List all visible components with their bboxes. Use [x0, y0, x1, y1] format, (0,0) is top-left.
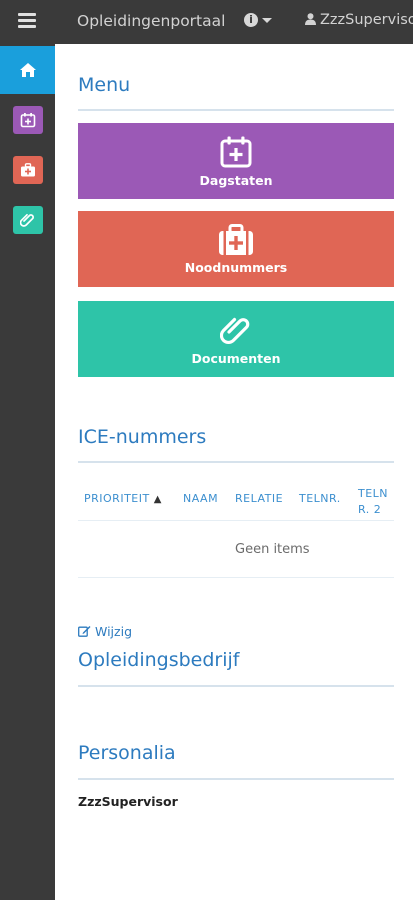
app-title[interactable]: Opleidingenportaal [77, 12, 225, 30]
sidebar-item-home[interactable] [0, 46, 55, 94]
info-icon: i [244, 13, 258, 27]
calendar-plus-icon [220, 136, 252, 167]
info-dropdown[interactable]: i [244, 12, 272, 28]
user-menu[interactable]: ZzzSupervisor [305, 12, 413, 28]
table-bottom-divider [78, 577, 394, 578]
edit-icon [78, 626, 91, 637]
tile-documenten-label: Documenten [191, 350, 281, 366]
sort-asc-icon: ▲ [153, 494, 162, 505]
personal-name: ZzzSupervisor [78, 794, 178, 809]
tile-dagstaten-label: Dagstaten [199, 172, 273, 188]
sidebar [0, 44, 55, 900]
personal-divider [78, 778, 394, 780]
paperclip-icon [220, 317, 250, 344]
user-name: ZzzSupervisor [320, 12, 413, 28]
tile-dagstaten[interactable]: Dagstaten [78, 123, 394, 199]
edit-link[interactable]: Wijzig [78, 624, 132, 639]
tile-noodnummers[interactable]: Noodnummers [78, 211, 394, 287]
company-title: Opleidingsbedrijf [78, 649, 240, 671]
ice-divider [78, 461, 394, 463]
hamburger-menu-icon[interactable] [18, 13, 36, 31]
sidebar-item-dagstaten[interactable] [0, 96, 55, 144]
column-telnr-2[interactable]: TELNR. 2 [358, 486, 394, 518]
table-header-divider [78, 520, 394, 521]
tile-documenten[interactable]: Documenten [78, 301, 394, 377]
column-prioriteit[interactable]: PRIORITEIT ▲ [84, 492, 162, 505]
company-divider [78, 685, 394, 687]
sidebar-item-documenten[interactable] [0, 196, 55, 244]
paperclip-icon [12, 206, 43, 234]
top-navbar: Opleidingenportaal i ZzzSupervisor [0, 0, 413, 44]
medkit-icon [12, 156, 43, 184]
empty-table-text: Geen items [235, 542, 310, 557]
caret-down-icon [262, 17, 272, 23]
column-relatie[interactable]: RELATIE [235, 492, 283, 505]
home-icon [19, 63, 36, 77]
main-content: Menu Dagstaten Noodnummers Documenten IC… [55, 44, 413, 900]
ice-title: ICE-nummers [78, 426, 207, 448]
calendar-plus-icon [12, 106, 43, 134]
menu-title: Menu [78, 74, 131, 96]
sidebar-item-noodnummers[interactable] [0, 146, 55, 194]
ice-table-header: PRIORITEIT ▲ NAAM RELATIE TELNR. TELNR. … [78, 486, 398, 521]
column-naam[interactable]: NAAM [183, 492, 218, 505]
medkit-icon [219, 223, 253, 255]
personal-title: Personalia [78, 742, 176, 764]
menu-divider [78, 109, 394, 111]
tile-noodnummers-label: Noodnummers [184, 259, 288, 275]
column-telnr[interactable]: TELNR. [299, 492, 341, 505]
user-icon [305, 13, 316, 25]
